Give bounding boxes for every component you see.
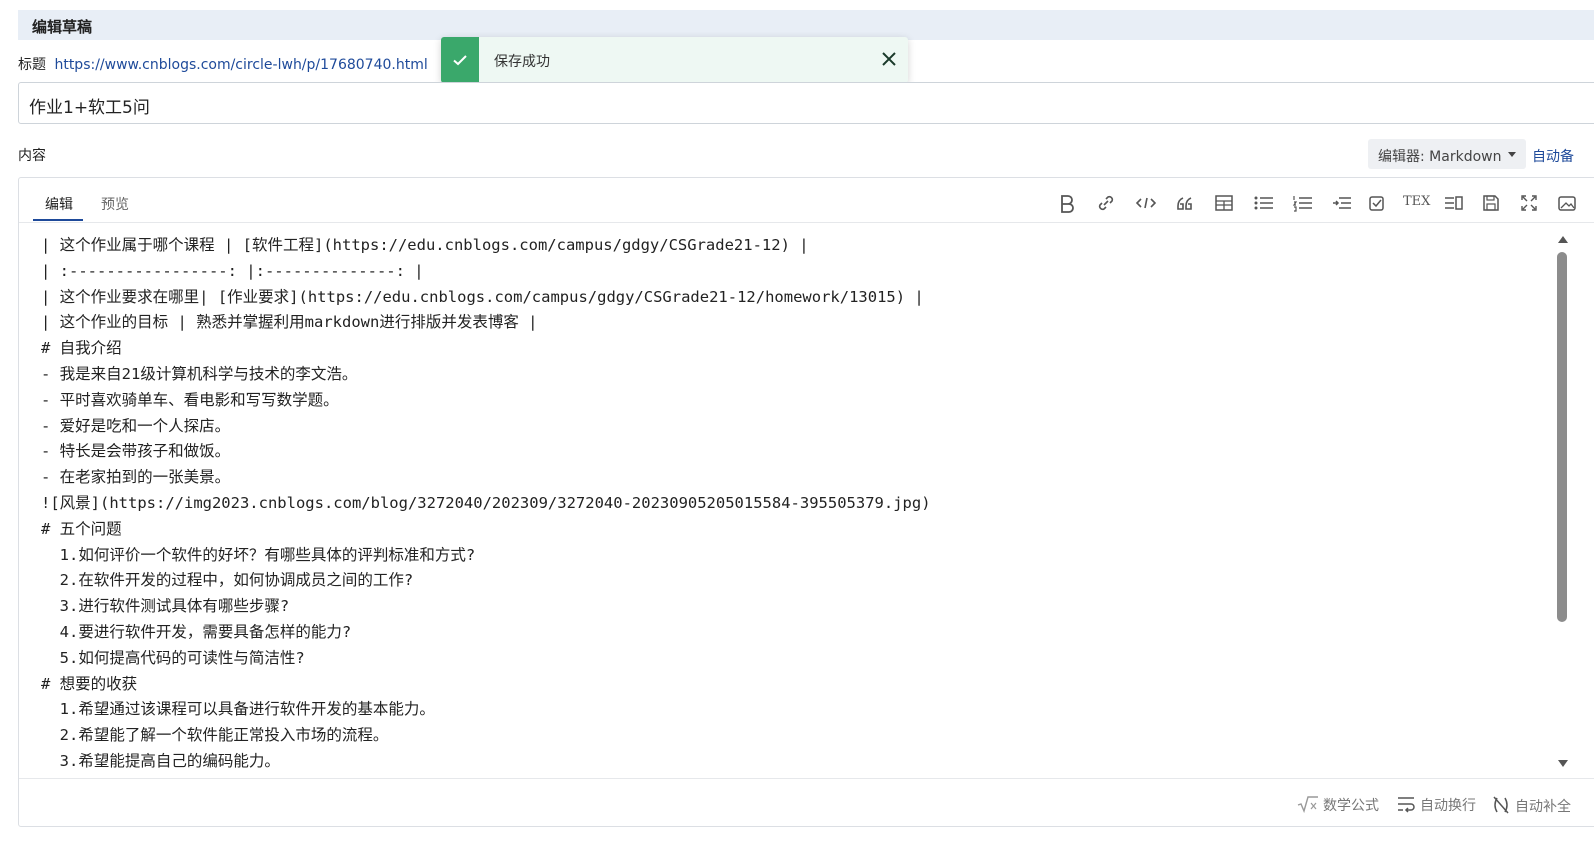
editor-line[interactable]: 5.如何提高代码的可读性与简洁性? bbox=[41, 646, 305, 670]
table-icon[interactable] bbox=[1214, 192, 1234, 214]
post-url-link[interactable]: https://www.cnblogs.com/circle-lwh/p/176… bbox=[54, 57, 427, 73]
image-icon[interactable] bbox=[1557, 192, 1577, 214]
editor-line[interactable]: - 我是来自21级计算机科学与技术的李文浩。 bbox=[41, 362, 357, 386]
bold-icon[interactable] bbox=[1057, 192, 1077, 214]
tab-edit[interactable]: 编辑 bbox=[45, 194, 73, 214]
editor-line[interactable]: | :-----------------: |:--------------: … bbox=[41, 259, 424, 283]
tex-icon[interactable]: TEX bbox=[1403, 194, 1430, 209]
quote-icon[interactable] bbox=[1175, 192, 1195, 214]
editor-line[interactable]: 2.希望能了解一个软件能正常投入市场的流程。 bbox=[41, 723, 389, 747]
autosave-link[interactable]: 自动备 bbox=[1532, 146, 1574, 166]
autocomplete-off-icon bbox=[1491, 795, 1511, 819]
save-icon[interactable] bbox=[1481, 192, 1501, 214]
chevron-down-icon bbox=[1508, 152, 1516, 157]
title-label: 标题 bbox=[18, 57, 46, 73]
editor-type-value: 编辑器: Markdown bbox=[1378, 149, 1502, 165]
editor-footer: 数学公式 自动换行 自动补全 bbox=[19, 778, 1594, 827]
math-formula-label: 数学公式 bbox=[1323, 798, 1379, 814]
editor-line[interactable]: 1.如何评价一个软件的好坏？有哪些具体的评判标准和方式? bbox=[41, 543, 476, 567]
checkbox-icon[interactable] bbox=[1367, 192, 1387, 214]
word-wrap-button[interactable]: 自动换行 bbox=[1396, 795, 1476, 817]
close-icon[interactable] bbox=[880, 50, 898, 72]
link-icon[interactable] bbox=[1096, 192, 1116, 214]
wrap-icon bbox=[1396, 795, 1416, 817]
editor-line[interactable]: - 特长是会带孩子和做饭。 bbox=[41, 439, 230, 463]
save-success-toast: 保存成功 bbox=[441, 37, 908, 83]
math-formula-button[interactable]: 数学公式 bbox=[1297, 795, 1379, 817]
editor-line[interactable]: - 平时喜欢骑单车、看电影和写写数学题。 bbox=[41, 388, 339, 412]
editor-line[interactable]: | 这个作业的目标 | 熟悉并掌握利用markdown进行排版并发表博客 | bbox=[41, 310, 537, 334]
editor-line[interactable]: - 在老家拍到的一张美景。 bbox=[41, 465, 230, 489]
scroll-down-arrow[interactable] bbox=[1558, 760, 1568, 767]
section-title: 编辑草稿 bbox=[32, 18, 93, 36]
code-icon[interactable] bbox=[1135, 192, 1157, 214]
toast-message: 保存成功 bbox=[494, 54, 550, 70]
section-header: 编辑草稿 bbox=[18, 10, 1594, 40]
markdown-editor: 编辑 预览 TEX | 这个作业属于哪个课程 | [软件工程](https://… bbox=[18, 177, 1594, 827]
title-input[interactable]: 作业1+软工5问 bbox=[18, 82, 1594, 124]
editor-line[interactable]: ![风景](https://img2023.cnblogs.com/blog/3… bbox=[41, 491, 931, 515]
tab-preview[interactable]: 预览 bbox=[101, 194, 129, 214]
editor-line[interactable]: 3.希望能提高自己的编码能力。 bbox=[41, 749, 280, 773]
editor-line[interactable]: | 这个作业要求在哪里| [作业要求](https://edu.cnblogs.… bbox=[41, 285, 924, 309]
editor-line[interactable]: # 想要的收获 bbox=[41, 672, 137, 696]
success-indicator bbox=[441, 37, 479, 83]
scrollbar-thumb[interactable] bbox=[1557, 252, 1567, 622]
editor-line[interactable]: # 五个问题 bbox=[41, 517, 122, 541]
editor-type-select[interactable]: 编辑器: Markdown bbox=[1368, 139, 1526, 169]
ordered-list-icon[interactable] bbox=[1292, 192, 1312, 214]
content-label: 内容 bbox=[18, 148, 46, 164]
editor-line[interactable]: 4.要进行软件开发，需要具备怎样的能力? bbox=[41, 620, 352, 644]
autocomplete-label: 自动补全 bbox=[1515, 799, 1571, 815]
check-icon bbox=[453, 55, 467, 66]
editor-line[interactable]: 2.在软件开发的过程中，如何协调成员之间的工作? bbox=[41, 568, 414, 592]
title-row: 标题 https://www.cnblogs.com/circle-lwh/p/… bbox=[18, 54, 428, 74]
fullscreen-icon[interactable] bbox=[1519, 192, 1539, 214]
editor-line[interactable]: # 自我介绍 bbox=[41, 336, 122, 360]
markdown-textarea[interactable]: | 这个作业属于哪个课程 | [软件工程](https://edu.cnblog… bbox=[41, 233, 1541, 773]
toc-icon[interactable] bbox=[1443, 192, 1463, 214]
editor-line[interactable]: 1.希望通过该课程可以具备进行软件开发的基本能力。 bbox=[41, 697, 435, 721]
word-wrap-label: 自动换行 bbox=[1420, 798, 1476, 814]
editor-line[interactable]: 3.进行软件测试具体有哪些步骤? bbox=[41, 594, 290, 618]
sqrt-icon bbox=[1297, 795, 1319, 817]
unordered-list-icon[interactable] bbox=[1253, 192, 1273, 214]
editor-line[interactable]: | 这个作业属于哪个课程 | [软件工程](https://edu.cnblog… bbox=[41, 233, 809, 257]
scroll-up-arrow[interactable] bbox=[1558, 236, 1568, 243]
editor-line[interactable]: - 爱好是吃和一个人探店。 bbox=[41, 414, 230, 438]
editor-tabs: 编辑 预览 TEX bbox=[19, 178, 1594, 223]
indent-icon[interactable] bbox=[1331, 192, 1351, 214]
editor-scrollbar[interactable] bbox=[1556, 232, 1568, 772]
autocomplete-button[interactable]: 自动补全 bbox=[1491, 795, 1571, 819]
active-tab-indicator bbox=[33, 219, 83, 221]
